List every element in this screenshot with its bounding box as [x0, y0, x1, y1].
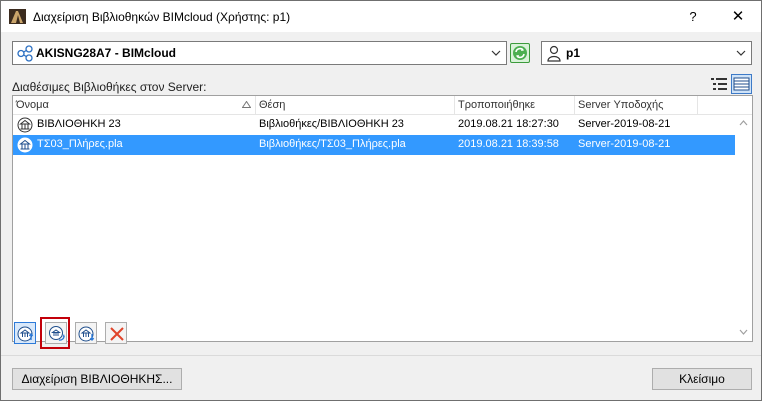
close-window-button[interactable]: ✕ [723, 4, 753, 30]
scroll-up-icon[interactable] [739, 120, 748, 126]
manage-library-button[interactable]: Διαχείριση ΒΙΒΛΙΟΘΗΚΗΣ... [12, 368, 182, 390]
help-button[interactable]: ? [679, 4, 707, 30]
column-header-host-server[interactable]: Server Υποδοχής [578, 99, 663, 111]
list-view-icon [711, 78, 727, 90]
download-library-icon [78, 326, 95, 342]
archicad-app-icon [9, 9, 26, 24]
details-view-icon [733, 77, 750, 91]
library-modified: 2019.08.21 18:39:58 [458, 138, 559, 150]
title-bar: Διαχείριση Βιβλιοθηκών BIMcloud (Χρήστης… [1, 1, 761, 32]
libraries-section-label: Διαθέσιμες Βιβλιοθήκες στον Server: [12, 80, 207, 94]
library-location: Βιβλιοθήκες/ΤΣ03_Πλήρες.pla [259, 138, 406, 150]
server-select[interactable]: AKISNG28A7 - BIMcloud [12, 41, 507, 65]
delete-library-button[interactable] [105, 322, 127, 344]
server-select-value: AKISNG28A7 - BIMcloud [36, 46, 177, 60]
column-header-location[interactable]: Θέση [259, 99, 285, 111]
library-location: Βιβλιοθήκες/ΒΙΒΛΙΟΘΗΚΗ 23 [259, 118, 404, 130]
download-library-button[interactable] [75, 322, 97, 344]
chevron-down-icon [491, 50, 501, 56]
upload-library-icon [17, 326, 34, 342]
upload-library-button[interactable] [14, 322, 36, 344]
close-button[interactable]: Κλείσιμο [652, 368, 752, 390]
dialog-body: AKISNG28A7 - BIMcloud p1 Διαθέσιμες Βιβλ… [1, 32, 761, 400]
library-manager-dialog: Διαχείριση Βιβλιοθηκών BIMcloud (Χρήστης… [0, 0, 762, 401]
column-divider[interactable] [574, 96, 575, 115]
vertical-scrollbar[interactable] [735, 116, 752, 341]
column-divider[interactable] [255, 96, 256, 115]
bimcloud-library-icon [17, 137, 33, 153]
scroll-down-icon[interactable] [739, 329, 748, 335]
user-icon [547, 45, 561, 62]
details-view-button[interactable] [731, 74, 752, 94]
table-header: Όνομα Θέση Τροποποιήθηκε Server Υποδοχής [13, 96, 752, 115]
library-host-server: Server-2019-08-21 [578, 118, 671, 130]
library-host-server: Server-2019-08-21 [578, 138, 671, 150]
column-header-modified[interactable]: Τροποποιήθηκε [458, 99, 535, 111]
bimcloud-library-icon [17, 117, 33, 133]
table-row[interactable]: ΒΙΒΛΙΟΘΗΚΗ 23 Βιβλιοθήκες/ΒΙΒΛΙΟΘΗΚΗ 23 … [13, 115, 735, 135]
window-title: Διαχείριση Βιβλιοθηκών BIMcloud (Χρήστης… [33, 10, 291, 24]
server-network-icon [17, 45, 33, 62]
refresh-button[interactable] [510, 43, 530, 63]
refresh-icon [513, 46, 527, 60]
library-name: ΒΙΒΛΙΟΘΗΚΗ 23 [37, 118, 121, 130]
sort-ascending-icon [242, 101, 251, 108]
column-header-name[interactable]: Όνομα [16, 99, 49, 111]
column-divider[interactable] [697, 96, 698, 115]
chevron-down-icon [736, 50, 746, 56]
table-row-selected[interactable]: ΤΣ03_Πλήρες.pla Βιβλιοθήκες/ΤΣ03_Πλήρες.… [13, 135, 735, 155]
user-select-value: p1 [566, 46, 581, 60]
footer-divider [1, 355, 761, 356]
list-view-button[interactable] [709, 75, 729, 93]
delete-icon [110, 327, 124, 341]
column-divider[interactable] [454, 96, 455, 115]
user-select[interactable]: p1 [541, 41, 752, 65]
library-name: ΤΣ03_Πλήρες.pla [37, 138, 123, 150]
library-modified: 2019.08.21 18:27:30 [458, 118, 559, 130]
highlight-frame [40, 317, 70, 349]
libraries-table: Όνομα Θέση Τροποποιήθηκε Server Υποδοχής [12, 95, 753, 342]
